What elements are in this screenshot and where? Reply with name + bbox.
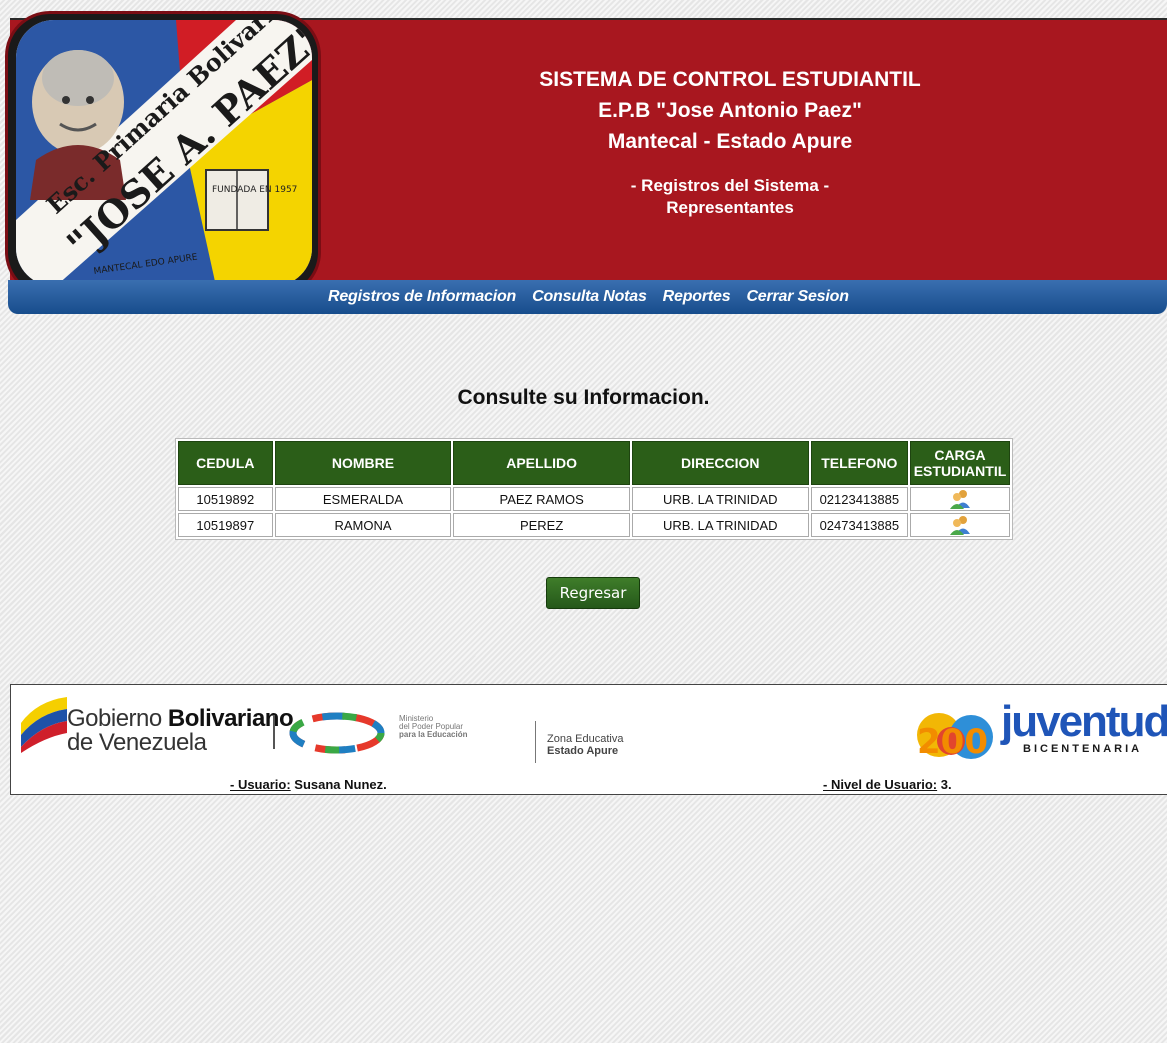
school-name: E.P.B "Jose Antonio Paez" <box>598 99 862 122</box>
cell-nombre: RAMONA <box>274 513 452 537</box>
cell-direccion: URB. LA TRINIDAD <box>631 487 809 511</box>
svg-text:200: 200 <box>917 722 988 762</box>
table-header-row: CEDULA NOMBRE APELLIDO DIRECCION TELEFON… <box>178 441 1010 485</box>
col-apellido: APELLIDO <box>453 441 630 485</box>
school-emblem: Esc. Primaria Bolivariana "JOSE A. PAEZ"… <box>16 20 312 286</box>
col-direccion: DIRECCION <box>631 441 809 485</box>
cell-cedula: 10519897 <box>178 513 273 537</box>
regresar-button[interactable]: Regresar <box>546 577 640 609</box>
bicentenaria-text: BICENTENARIA <box>1023 743 1143 755</box>
nav-reportes[interactable]: Reportes <box>663 288 731 306</box>
page-title: Consulte su Informacion. <box>457 386 710 409</box>
cell-apellido: PAEZ RAMOS <box>453 487 630 511</box>
page-footer: Gobierno Bolivariano de Venezuela Minist… <box>10 684 1167 795</box>
system-title: SISTEMA DE CONTROL ESTUDIANTIL <box>539 68 921 91</box>
juventud-text: juventud <box>1001 697 1167 746</box>
nav-registros[interactable]: Registros de Informacion <box>328 288 516 306</box>
col-cedula: CEDULA <box>178 441 273 485</box>
ministerio-text: Ministerio del Poder Popular para la Edu… <box>399 714 468 739</box>
header-title-block: SISTEMA DE CONTROL ESTUDIANTIL E.P.B "Jo… <box>430 64 1030 219</box>
table-row: 10519897 RAMONA PEREZ URB. LA TRINIDAD 0… <box>178 513 1010 537</box>
school-location: Mantecal - Estado Apure <box>607 130 853 153</box>
ministerio-logo-icon <box>289 712 385 754</box>
cell-cedula: 10519892 <box>178 487 273 511</box>
table-row: 10519892 ESMERALDA PAEZ RAMOS URB. LA TR… <box>178 487 1010 511</box>
cell-carga <box>910 513 1010 537</box>
section-subtitle: - Registros del Sistema - <box>630 176 830 195</box>
logo-founded: FUNDADA EN 1957 <box>212 185 297 195</box>
main-navigation: Registros de Informacion Consulta Notas … <box>8 280 1167 314</box>
cell-telefono: 02473413885 <box>810 513 909 537</box>
juventud-bicentenaria-logo: 200 <box>917 713 993 762</box>
cell-direccion: URB. LA TRINIDAD <box>631 513 809 537</box>
section-name: Representantes <box>666 198 794 217</box>
cell-carga <box>910 487 1010 511</box>
col-telefono: TELEFONO <box>810 441 909 485</box>
cell-apellido: PEREZ <box>453 513 630 537</box>
users-icon[interactable] <box>949 489 971 509</box>
venezuela-flag-icon <box>21 697 67 753</box>
cell-nombre: ESMERALDA <box>274 487 452 511</box>
nav-consulta-notas[interactable]: Consulta Notas <box>532 288 647 306</box>
representantes-table: CEDULA NOMBRE APELLIDO DIRECCION TELEFON… <box>175 438 1013 540</box>
nav-cerrar-sesion[interactable]: Cerrar Sesion <box>746 288 849 306</box>
cell-telefono: 02123413885 <box>810 487 909 511</box>
col-nombre: NOMBRE <box>274 441 452 485</box>
usuario-info: - Usuario: Susana Nunez. <box>230 777 387 792</box>
users-icon[interactable] <box>949 515 971 535</box>
col-carga-estudiantil: CARGA ESTUDIANTIL <box>910 441 1010 485</box>
gobierno-logo-text: Gobierno Bolivariano de Venezuela <box>67 705 294 756</box>
zona-educativa-text: Zona Educativa Estado Apure <box>547 733 624 757</box>
school-logo: Esc. Primaria Bolivariana "JOSE A. PAEZ"… <box>8 14 318 294</box>
nivel-usuario-info: - Nivel de Usuario: 3. <box>823 777 952 792</box>
